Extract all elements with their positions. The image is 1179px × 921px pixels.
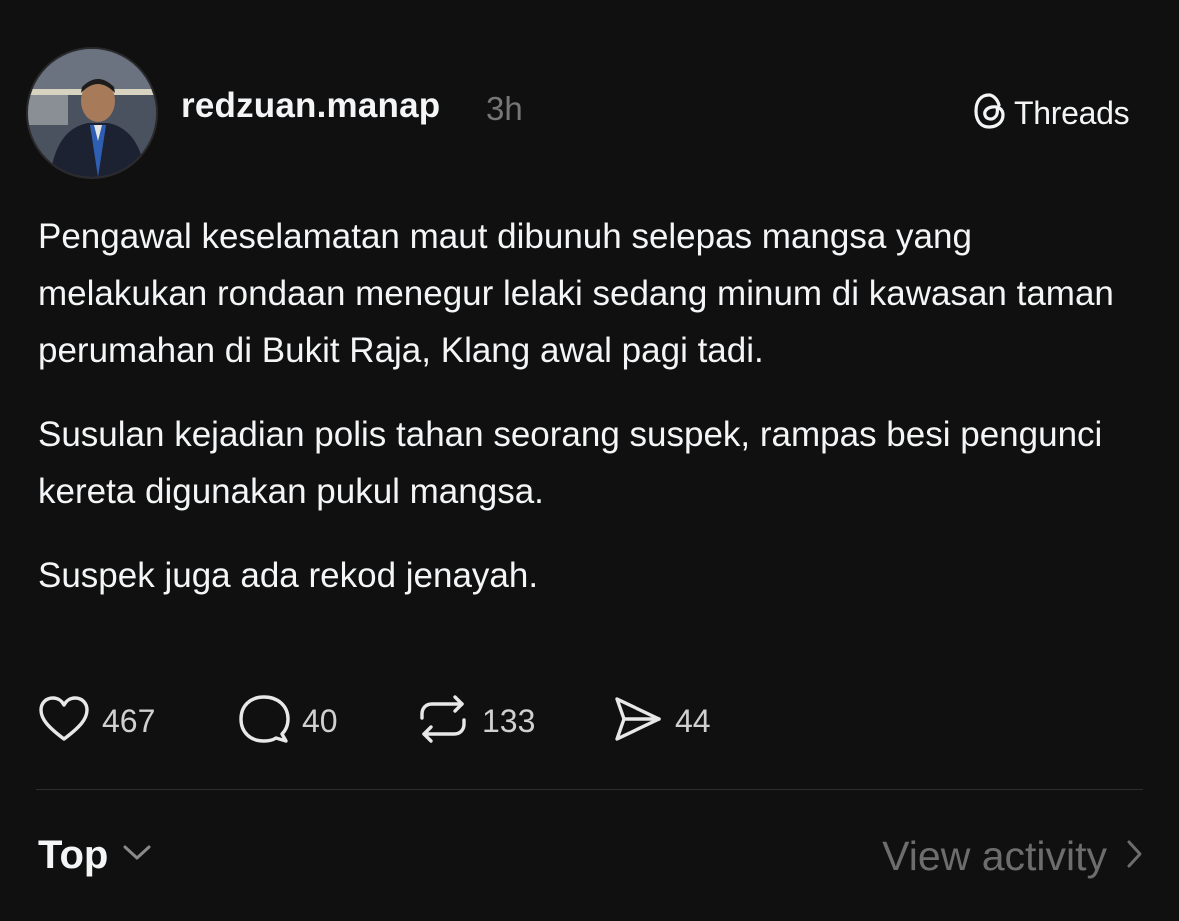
threads-brand-label: Threads	[1014, 95, 1130, 131]
share-button[interactable]: 44	[613, 695, 711, 748]
post-timestamp: 3h	[486, 90, 523, 127]
threads-brand[interactable]: Threads	[972, 92, 1130, 135]
post-body: Pengawal keselamatan maut dibunuh selepa…	[38, 208, 1148, 631]
divider	[36, 789, 1143, 790]
avatar[interactable]	[26, 47, 158, 179]
heart-icon	[38, 695, 90, 748]
reply-button[interactable]: 40	[238, 694, 416, 749]
post-paragraph: Suspek juga ada rekod jenayah.	[38, 556, 539, 595]
sort-dropdown[interactable]: Top	[38, 833, 152, 878]
share-count: 44	[675, 703, 711, 739]
like-count: 467	[102, 703, 156, 739]
view-activity-link[interactable]: View activity	[882, 833, 1143, 880]
repost-icon	[416, 694, 470, 749]
username[interactable]: redzuan.manap	[181, 86, 440, 126]
reply-count: 40	[302, 703, 338, 739]
post-paragraph: Pengawal keselamatan maut dibunuh selepa…	[38, 217, 1114, 370]
post-actions: 467 40 133 44	[38, 694, 711, 749]
like-button[interactable]: 467	[38, 695, 238, 748]
sort-label: Top	[38, 833, 109, 877]
repost-count: 133	[482, 703, 536, 739]
post-paragraph: Susulan kejadian polis tahan seorang sus…	[38, 415, 1103, 511]
comment-icon	[238, 694, 290, 749]
send-icon	[613, 695, 663, 748]
repost-button[interactable]: 133	[416, 694, 613, 749]
chevron-down-icon	[122, 843, 152, 868]
chevron-right-icon	[1125, 839, 1143, 874]
view-activity-label: View activity	[882, 833, 1107, 879]
threads-logo-icon	[972, 92, 1008, 135]
